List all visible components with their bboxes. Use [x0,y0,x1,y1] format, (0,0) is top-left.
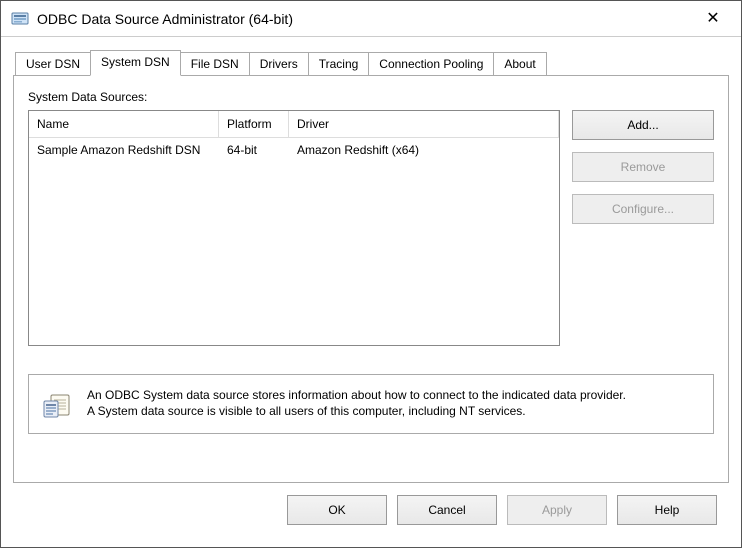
tab-user-dsn[interactable]: User DSN [15,52,91,76]
window-title: ODBC Data Source Administrator (64-bit) [37,11,693,27]
tab-system-dsn[interactable]: System DSN [90,50,181,76]
dialog-footer: OK Cancel Apply Help [13,483,729,525]
ok-button[interactable]: OK [287,495,387,525]
apply-button: Apply [507,495,607,525]
cell-platform: 64-bit [219,138,289,162]
tab-strip: User DSN System DSN File DSN Drivers Tra… [15,49,729,75]
tab-tracing[interactable]: Tracing [308,52,370,76]
column-name[interactable]: Name [29,111,219,138]
tab-connection-pooling[interactable]: Connection Pooling [368,52,494,76]
column-driver[interactable]: Driver [289,111,559,138]
tab-about[interactable]: About [493,52,546,76]
datasource-icon [41,389,73,421]
data-sources-list[interactable]: Name Platform Driver Sample Amazon Redsh… [28,110,560,346]
section-label: System Data Sources: [28,90,714,104]
info-line-1: An ODBC System data source stores inform… [87,387,626,403]
title-bar: ODBC Data Source Administrator (64-bit) … [1,1,741,37]
configure-button: Configure... [572,194,714,224]
info-line-2: A System data source is visible to all u… [87,403,626,419]
remove-button: Remove [572,152,714,182]
tab-file-dsn[interactable]: File DSN [180,52,250,76]
column-platform[interactable]: Platform [219,111,289,138]
side-buttons: Add... Remove Configure... [572,110,714,346]
help-button[interactable]: Help [617,495,717,525]
tab-drivers[interactable]: Drivers [249,52,309,76]
cell-driver: Amazon Redshift (x64) [289,138,559,162]
cancel-button[interactable]: Cancel [397,495,497,525]
app-icon [11,10,29,28]
info-box: An ODBC System data source stores inform… [28,374,714,434]
list-item[interactable]: Sample Amazon Redshift DSN 64-bit Amazon… [29,138,559,162]
info-text: An ODBC System data source stores inform… [87,387,626,419]
tab-panel: System Data Sources: Name Platform Drive… [13,75,729,483]
close-button[interactable]: ✕ [693,1,733,37]
list-header: Name Platform Driver [29,111,559,138]
add-button[interactable]: Add... [572,110,714,140]
cell-name: Sample Amazon Redshift DSN [29,138,219,162]
